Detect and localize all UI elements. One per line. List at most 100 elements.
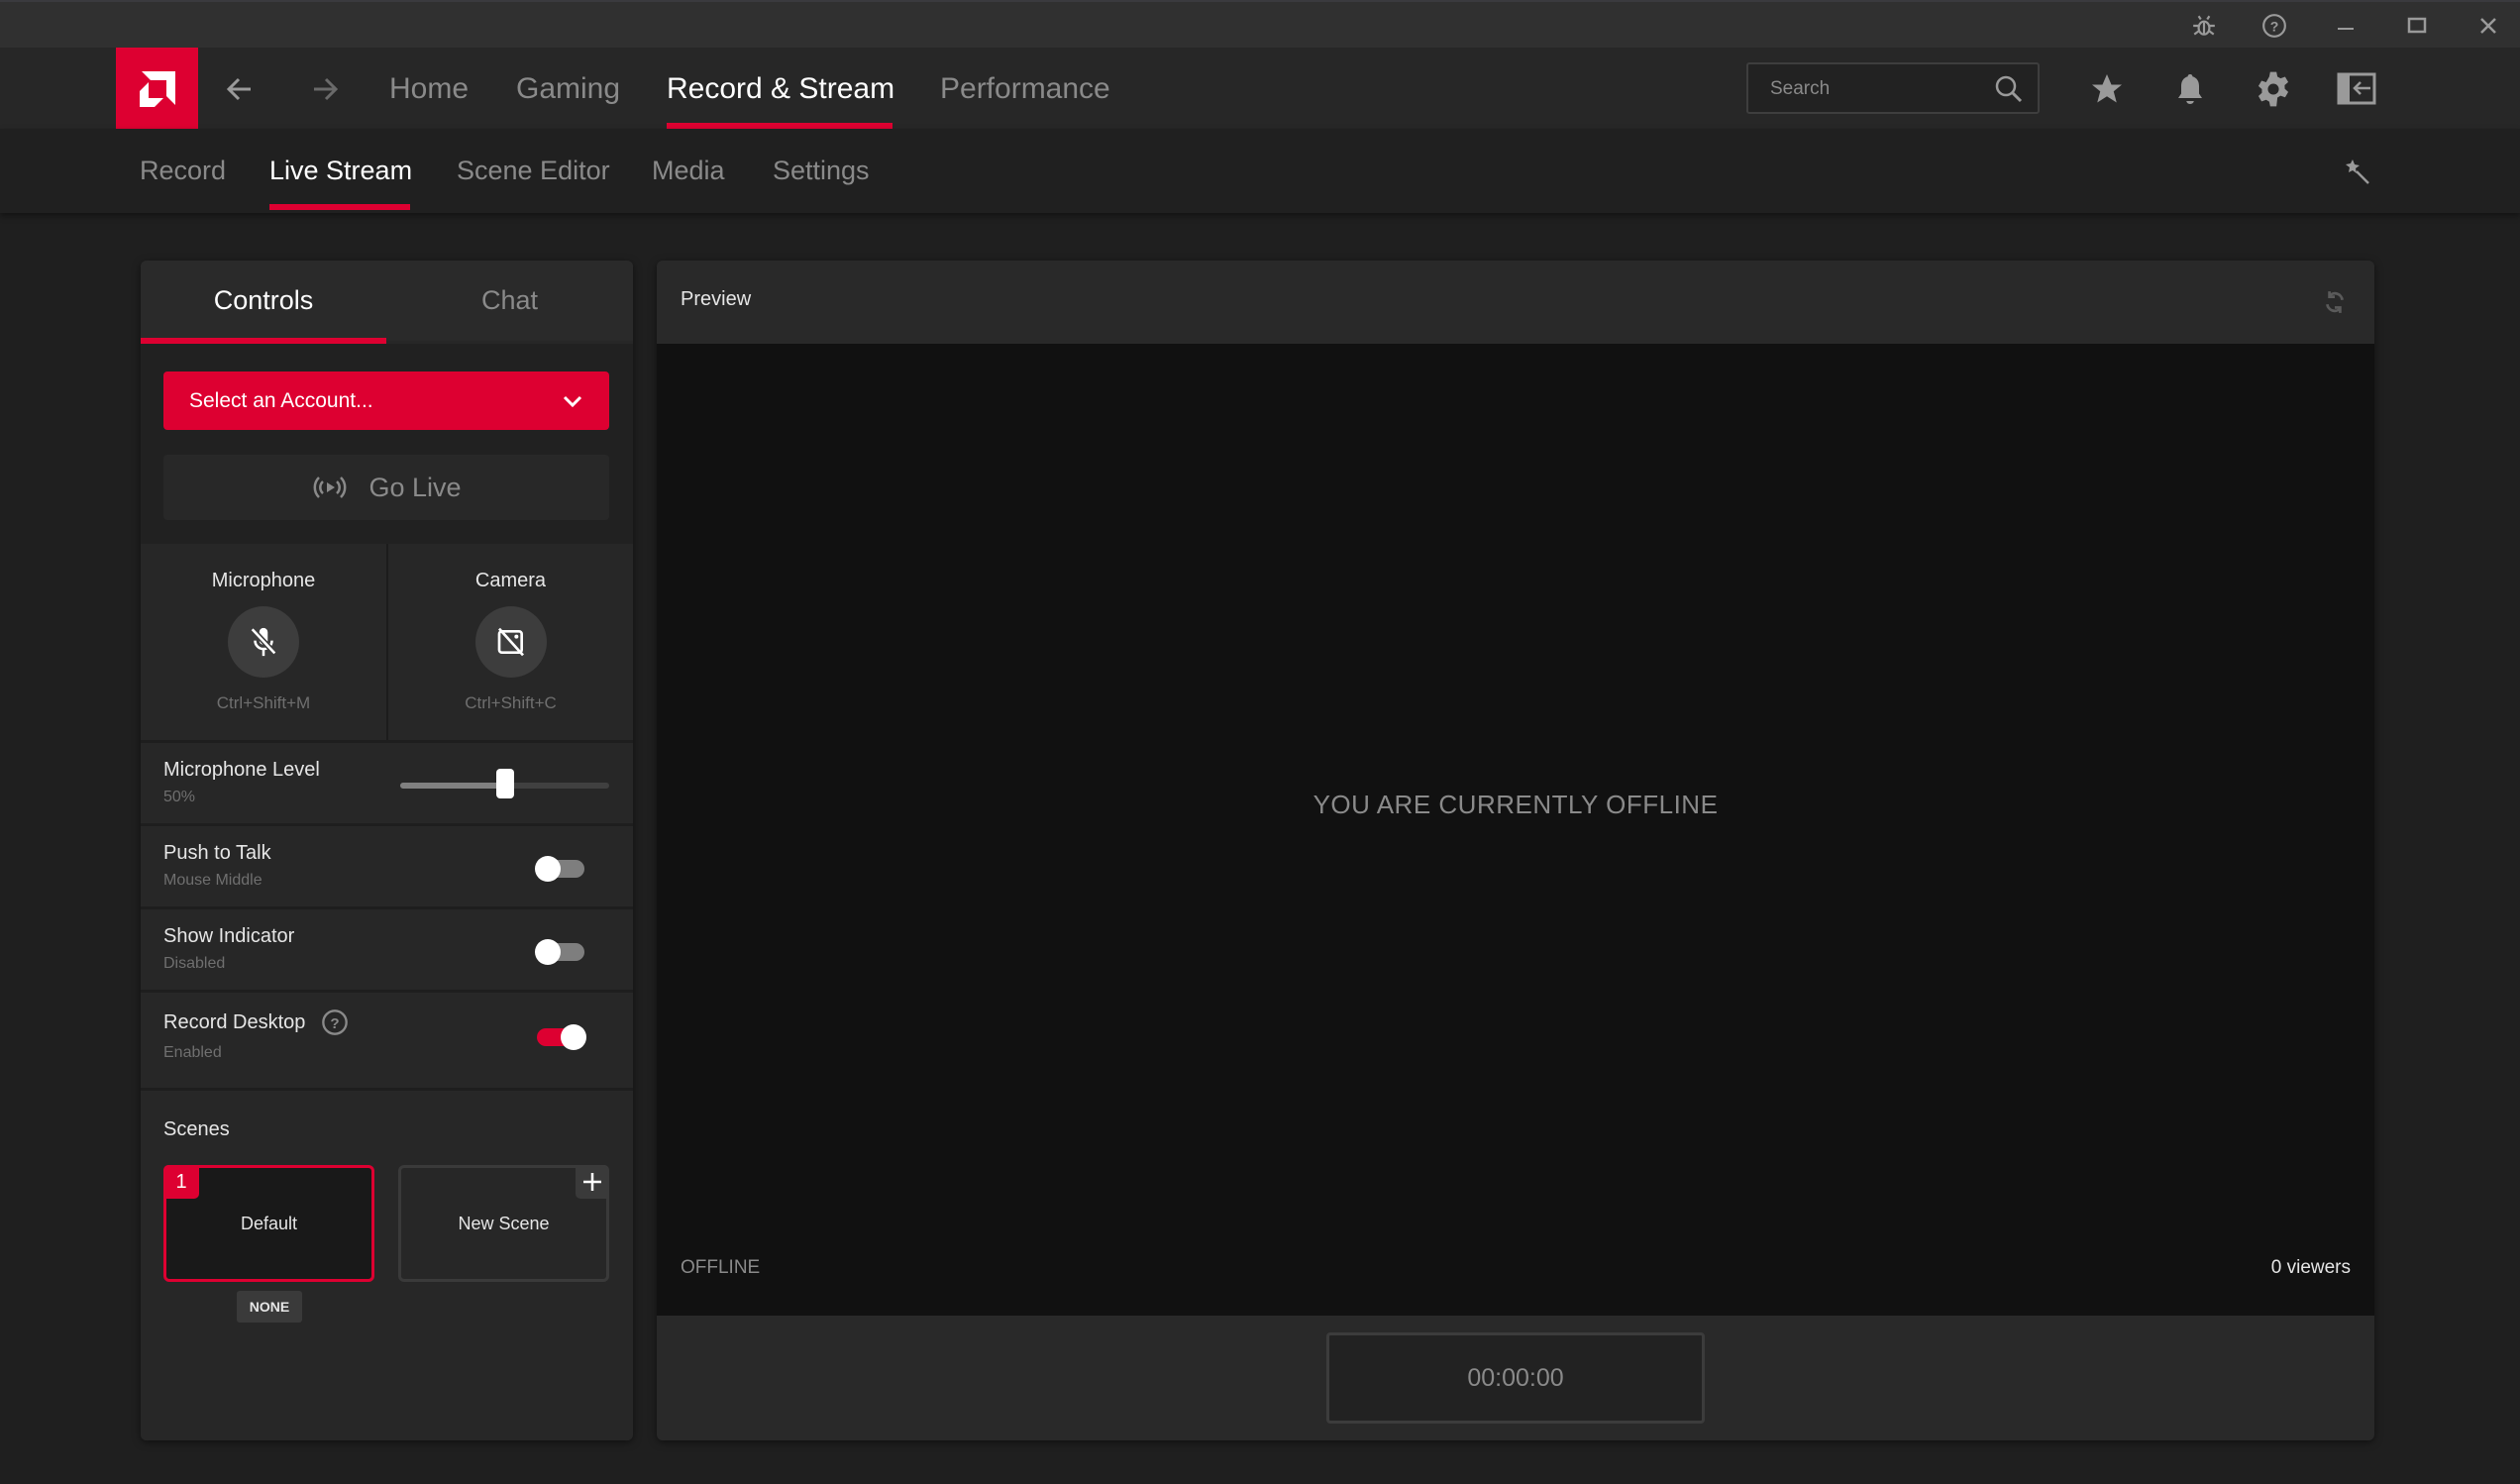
record-desktop-row: Record Desktop ? Enabled <box>141 990 633 1088</box>
maximize-button[interactable] <box>2395 8 2439 44</box>
bug-report-button[interactable] <box>2182 8 2226 44</box>
arrow-left-icon <box>225 74 255 104</box>
push-to-talk-row: Push to Talk Mouse Middle <box>141 823 633 906</box>
forward-button[interactable] <box>303 67 347 111</box>
record-desktop-label: Record Desktop <box>163 1010 306 1033</box>
scene-label: New Scene <box>458 1213 550 1233</box>
account-select-label: Select an Account... <box>189 388 373 412</box>
title-bar: ? <box>0 0 2520 48</box>
magic-wand-icon <box>2343 158 2372 187</box>
tab-controls[interactable]: Controls <box>141 261 386 341</box>
broadcast-icon <box>311 475 349 500</box>
plus-icon <box>581 1171 603 1193</box>
arrow-right-icon <box>310 74 340 104</box>
push-to-talk-binding: Mouse Middle <box>163 872 262 889</box>
subnav-record[interactable]: Record <box>140 151 226 190</box>
preview-screen: YOU ARE CURRENTLY OFFLINE OFFLINE 0 view… <box>657 344 2374 1316</box>
close-button[interactable] <box>2467 8 2510 44</box>
settings-button[interactable] <box>2250 65 2297 113</box>
nav-performance[interactable]: Performance <box>940 67 1110 111</box>
slider-fill <box>400 783 505 789</box>
show-indicator-title-wrap: Show Indicator <box>163 925 294 948</box>
viewer-count: 0 viewers <box>2270 1257 2351 1278</box>
microphone-level-row: Microphone Level 50% <box>141 740 633 823</box>
mic-level-title: Microphone Level <box>163 759 320 781</box>
new-scene-button[interactable]: New Scene <box>398 1165 609 1282</box>
scene-hotkey-badge[interactable]: NONE <box>237 1291 302 1323</box>
refresh-preview-button[interactable] <box>2317 284 2353 320</box>
toggle-knob <box>561 1024 586 1050</box>
push-to-talk-title-wrap: Push to Talk <box>163 842 271 865</box>
subnav-settings[interactable]: Settings <box>773 151 870 190</box>
record-desktop-toggle[interactable] <box>537 1024 586 1050</box>
preview-panel: Preview YOU ARE CURRENTLY OFFLINE OFFLIN… <box>657 261 2374 1440</box>
push-to-talk-toggle[interactable] <box>535 856 584 882</box>
close-icon <box>2478 16 2498 36</box>
chevron-down-icon <box>562 394 583 408</box>
maximize-icon <box>2407 16 2427 36</box>
record-desktop-title-wrap: Record Desktop ? <box>163 1008 349 1036</box>
svg-text:?: ? <box>331 1015 340 1032</box>
tab-chat[interactable]: Chat <box>386 261 633 341</box>
camera-hotkey: Ctrl+Shift+C <box>465 693 557 712</box>
notifications-button[interactable] <box>2166 65 2214 113</box>
help-icon: ? <box>2261 13 2287 39</box>
search-icon[interactable] <box>1994 74 2024 104</box>
add-scene-button[interactable] <box>576 1165 609 1199</box>
minimize-button[interactable] <box>2324 8 2367 44</box>
gear-icon <box>2255 70 2292 108</box>
nav-gaming[interactable]: Gaming <box>516 67 620 111</box>
subnav-live-stream[interactable]: Live Stream <box>269 151 412 190</box>
show-indicator-row: Show Indicator Disabled <box>141 906 633 990</box>
favorites-button[interactable] <box>2083 65 2131 113</box>
exit-panel-button[interactable] <box>2333 65 2380 113</box>
show-indicator-toggle[interactable] <box>535 939 584 965</box>
help-button[interactable]: ? <box>2253 8 2296 44</box>
scene-tile-default[interactable]: 1 Default <box>163 1165 374 1282</box>
mic-level-slider[interactable] <box>400 769 609 798</box>
scenes-title: Scenes <box>163 1118 230 1140</box>
top-navigation <box>0 48 2520 129</box>
back-button[interactable] <box>218 67 262 111</box>
camera-label: Camera <box>474 570 547 591</box>
svg-text:?: ? <box>2270 18 2279 34</box>
account-select[interactable]: Select an Account... <box>163 371 609 430</box>
bug-icon <box>2191 13 2217 39</box>
toggle-knob <box>535 939 561 965</box>
camera-control: Camera Ctrl+Shift+C <box>388 544 633 740</box>
microphone-muted-icon <box>247 625 280 659</box>
help-icon[interactable]: ? <box>321 1008 349 1036</box>
slider-thumb[interactable] <box>495 769 514 798</box>
push-to-talk-label: Push to Talk <box>163 842 271 864</box>
scenes-section: Scenes 1 Default New Scene NONE <box>141 1088 633 1440</box>
stream-timer: 00:00:00 <box>1326 1332 1705 1424</box>
nav-home[interactable]: Home <box>389 67 469 111</box>
controls-panel: Controls Chat Select an Account... Go Li… <box>141 261 633 1440</box>
camera-off-icon <box>495 626 527 658</box>
star-icon <box>2089 71 2125 107</box>
minimize-icon <box>2336 16 2356 36</box>
preview-title: Preview <box>681 288 752 310</box>
show-indicator-status: Disabled <box>163 955 226 972</box>
go-live-button[interactable]: Go Live <box>163 455 609 520</box>
exit-panel-icon <box>2337 71 2376 107</box>
amd-logo[interactable] <box>116 48 198 131</box>
customize-button[interactable] <box>2336 151 2379 194</box>
bell-icon <box>2172 71 2208 107</box>
microphone-control: Microphone Ctrl+Shift+M <box>141 544 386 740</box>
subnav-media[interactable]: Media <box>652 151 725 190</box>
camera-toggle-button[interactable] <box>474 606 547 678</box>
record-desktop-status: Enabled <box>163 1044 222 1061</box>
go-live-label: Go Live <box>368 472 462 502</box>
microphone-toggle-button[interactable] <box>228 606 299 678</box>
search-box[interactable] <box>1746 62 2040 114</box>
refresh-icon <box>2322 289 2348 315</box>
microphone-label: Microphone <box>211 570 316 591</box>
scene-number-badge: 1 <box>163 1165 199 1199</box>
mic-level-value: 50% <box>163 789 196 805</box>
subnav-scene-editor[interactable]: Scene Editor <box>457 151 610 190</box>
scene-label: Default <box>240 1213 298 1233</box>
search-input[interactable] <box>1768 64 1980 114</box>
nav-record-stream[interactable]: Record & Stream <box>667 67 894 111</box>
show-indicator-label: Show Indicator <box>163 925 295 947</box>
